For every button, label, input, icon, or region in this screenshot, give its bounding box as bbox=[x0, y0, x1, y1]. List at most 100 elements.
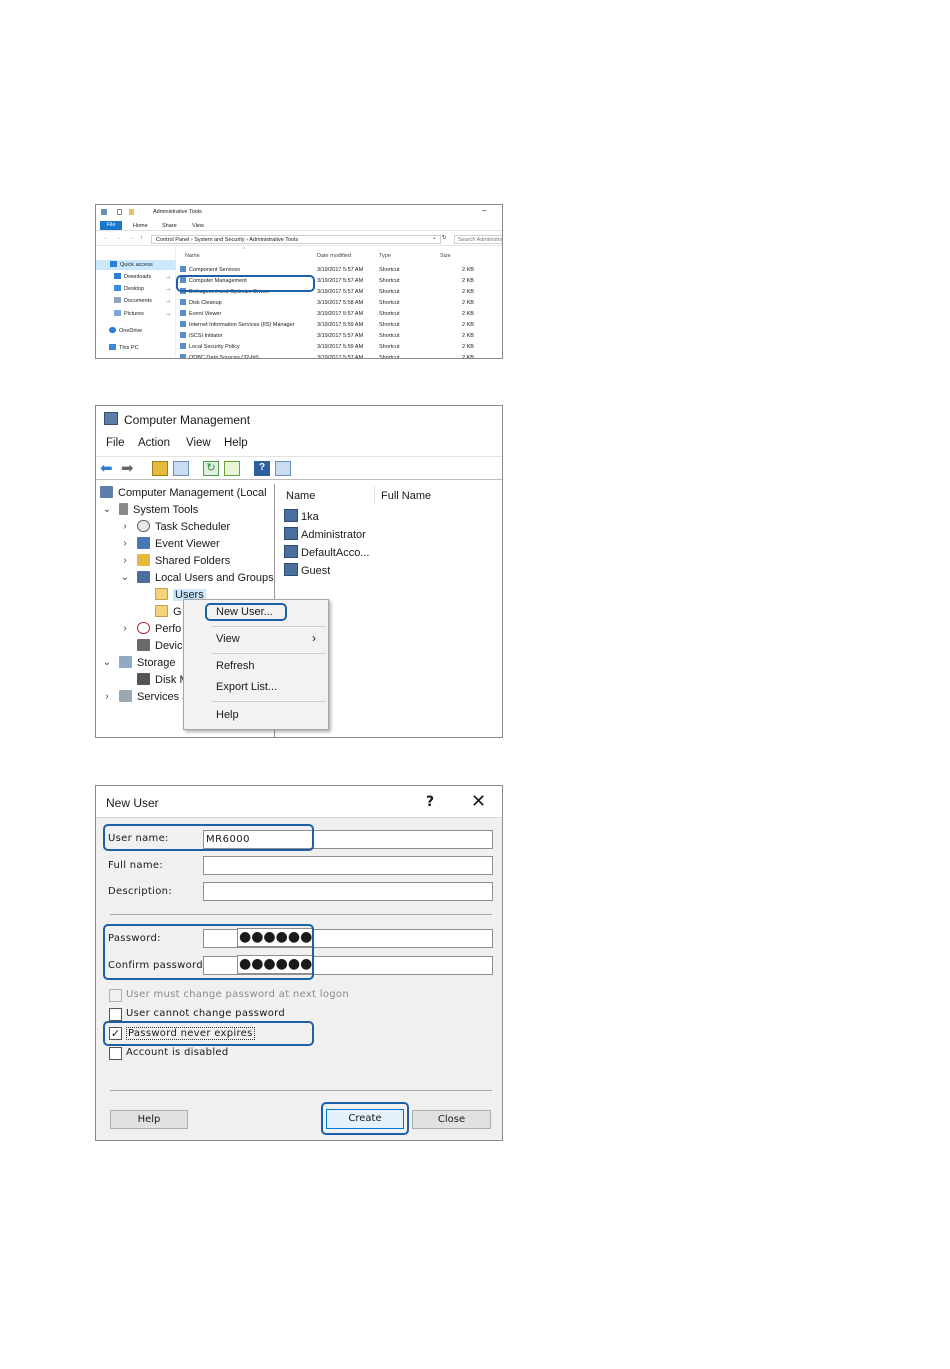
explorer-titlebar: Administrative Tools – bbox=[96, 205, 502, 220]
menu-item-view[interactable]: View bbox=[216, 633, 240, 645]
column-header-date[interactable]: Date modified bbox=[317, 253, 351, 259]
tree-local-users-groups[interactable]: Local Users and Groups bbox=[137, 570, 274, 586]
address-field[interactable]: Control Panel › System and Security › Ad… bbox=[151, 235, 441, 244]
tree-system-tools[interactable]: System Tools bbox=[119, 502, 198, 518]
account-disabled-checkbox[interactable] bbox=[109, 1047, 122, 1060]
nav-downloads[interactable]: Downloads bbox=[114, 272, 151, 282]
search-input[interactable]: Search Administrative Tools bbox=[454, 235, 502, 244]
tree-performance[interactable]: Perfo bbox=[137, 621, 181, 637]
nav-documents[interactable]: Documents bbox=[114, 296, 152, 306]
refresh-icon[interactable]: ↻ bbox=[203, 461, 219, 476]
back-arrow-icon[interactable]: ← bbox=[103, 235, 109, 241]
list-item[interactable]: Administrator bbox=[284, 527, 366, 544]
cannot-change-password-checkbox[interactable] bbox=[109, 1008, 122, 1021]
tree-device-manager[interactable]: Devic bbox=[137, 638, 183, 654]
column-header-size[interactable]: Size bbox=[440, 253, 451, 259]
chevron-down-icon[interactable]: ⌄ bbox=[120, 570, 130, 586]
address-dropdown-icon[interactable]: ⌄ bbox=[432, 235, 437, 241]
properties-icon[interactable] bbox=[117, 209, 122, 215]
file-size: 2 KB bbox=[462, 333, 474, 339]
chevron-down-icon[interactable]: ⌄ bbox=[102, 502, 112, 518]
tree-label: System Tools bbox=[133, 504, 199, 516]
separator bbox=[110, 914, 492, 915]
shortcut-icon bbox=[180, 321, 186, 327]
up-arrow-icon[interactable]: ↑ bbox=[140, 235, 143, 241]
device-manager-icon bbox=[137, 639, 150, 651]
refresh-icon[interactable]: ↻ bbox=[442, 235, 447, 241]
properties-icon[interactable] bbox=[275, 461, 291, 476]
file-row[interactable]: ODBC Data Sources (32-bit) 3/19/2017 5:57… bbox=[180, 353, 480, 358]
chevron-right-icon[interactable]: › bbox=[120, 553, 130, 569]
minimize-icon[interactable]: – bbox=[482, 206, 486, 215]
close-button[interactable]: Close bbox=[412, 1110, 491, 1129]
chevron-right-icon[interactable]: › bbox=[120, 519, 130, 535]
close-icon[interactable]: ✕ bbox=[471, 791, 486, 812]
breadcrumb-system-security[interactable]: System and Security bbox=[194, 237, 244, 243]
tree-storage[interactable]: Storage bbox=[119, 655, 176, 671]
nav-desktop[interactable]: Desktop bbox=[114, 284, 144, 294]
column-header-full-name[interactable]: Full Name bbox=[381, 490, 431, 502]
fullname-field[interactable] bbox=[203, 856, 493, 875]
list-item[interactable]: 1ka bbox=[284, 509, 319, 526]
column-divider[interactable] bbox=[374, 486, 375, 504]
must-change-password-checkbox[interactable] bbox=[109, 989, 122, 1002]
tree-root[interactable]: Computer Management (Local bbox=[100, 485, 267, 501]
chevron-right-icon[interactable]: › bbox=[120, 536, 130, 552]
back-arrow-icon[interactable]: ⬅ bbox=[100, 461, 116, 476]
file-row[interactable]: iSCSI Initiator 3/19/2017 5:57 AM Shortcut… bbox=[180, 331, 480, 342]
help-icon[interactable]: ? bbox=[426, 794, 434, 810]
help-button[interactable]: Help bbox=[110, 1110, 188, 1129]
column-header-type[interactable]: Type bbox=[379, 253, 391, 259]
tree-label: Event Viewer bbox=[155, 538, 220, 550]
menu-action[interactable]: Action bbox=[138, 437, 170, 449]
chevron-right-icon[interactable]: › bbox=[102, 689, 112, 705]
forward-arrow-icon[interactable]: ➡ bbox=[121, 461, 137, 476]
window-title: Computer Management bbox=[124, 413, 251, 427]
file-name: Local Security Policy bbox=[180, 342, 240, 353]
show-hide-tree-icon[interactable] bbox=[173, 461, 189, 476]
tab-view[interactable]: View bbox=[192, 223, 204, 229]
tree-groups[interactable]: G bbox=[155, 604, 182, 620]
export-list-icon[interactable] bbox=[224, 461, 240, 476]
menu-item-refresh[interactable]: Refresh bbox=[216, 660, 255, 672]
tree-disk-management[interactable]: Disk M bbox=[137, 672, 189, 688]
up-folder-icon[interactable] bbox=[152, 461, 168, 476]
tree-task-scheduler[interactable]: Task Scheduler bbox=[137, 519, 230, 535]
tree-shared-folders[interactable]: Shared Folders bbox=[137, 553, 230, 569]
highlight-never-expires bbox=[103, 1021, 314, 1046]
tab-home[interactable]: Home bbox=[133, 223, 148, 229]
column-header-name[interactable]: Name bbox=[185, 253, 200, 259]
shortcut-icon bbox=[180, 343, 186, 349]
tree-event-viewer[interactable]: Event Viewer bbox=[137, 536, 220, 552]
menu-view[interactable]: View bbox=[186, 437, 211, 449]
forward-arrow-icon[interactable]: → bbox=[116, 235, 122, 241]
list-item[interactable]: Guest bbox=[284, 563, 330, 580]
description-field[interactable] bbox=[203, 882, 493, 901]
menu-help[interactable]: Help bbox=[224, 437, 248, 449]
folder-icon bbox=[155, 605, 168, 617]
file-row[interactable]: Local Security Policy 3/19/2017 5:59 AM Sh… bbox=[180, 342, 480, 353]
chevron-right-icon[interactable]: › bbox=[120, 621, 130, 637]
menu-file[interactable]: File bbox=[106, 437, 125, 449]
nav-quick-access[interactable]: Quick access bbox=[96, 260, 176, 270]
tree-services[interactable]: Services a bbox=[119, 689, 188, 705]
breadcrumb-control-panel[interactable]: Control Panel bbox=[156, 237, 189, 243]
nav-onedrive[interactable]: OneDrive bbox=[109, 326, 142, 336]
file-name: Internet Information Services (IIS) Mana… bbox=[180, 320, 294, 331]
tab-share[interactable]: Share bbox=[162, 223, 177, 229]
column-header-name[interactable]: Name bbox=[286, 490, 315, 502]
list-item[interactable]: DefaultAcco... bbox=[284, 545, 369, 562]
recent-dropdown-icon[interactable]: ⌄ bbox=[130, 235, 135, 241]
tab-file[interactable]: File bbox=[100, 221, 122, 230]
file-row[interactable]: Internet Information Services (IIS) Mana… bbox=[180, 320, 480, 331]
help-icon[interactable]: ? bbox=[254, 461, 270, 476]
menu-item-export-list[interactable]: Export List... bbox=[216, 681, 277, 693]
menu-item-help[interactable]: Help bbox=[216, 709, 239, 721]
nav-pictures[interactable]: Pictures bbox=[114, 309, 144, 319]
file-row[interactable]: Event Viewer 3/19/2017 5:57 AM Shortcut 2 K… bbox=[180, 309, 480, 320]
file-row[interactable]: Disk Cleanup 3/19/2017 5:58 AM Shortcut 2 K… bbox=[180, 298, 480, 309]
new-folder-icon[interactable] bbox=[129, 209, 134, 215]
nav-this-pc[interactable]: This PC bbox=[109, 343, 139, 353]
breadcrumb-admin-tools[interactable]: Administrative Tools bbox=[249, 237, 298, 243]
chevron-down-icon[interactable]: ⌄ bbox=[102, 655, 112, 671]
